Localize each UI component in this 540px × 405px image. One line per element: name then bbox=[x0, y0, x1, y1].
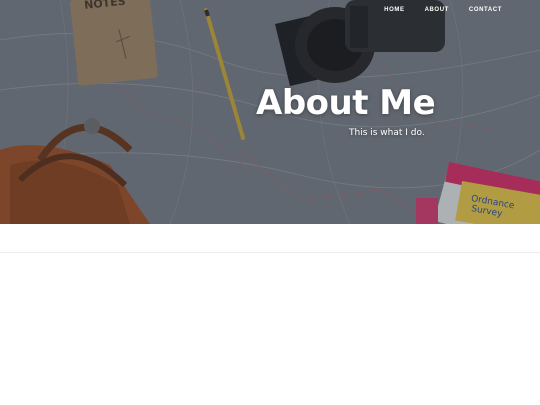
nav-link-contact[interactable]: CONTACT bbox=[469, 7, 502, 13]
content-divider bbox=[0, 252, 540, 253]
page-title: About Me bbox=[256, 83, 436, 123]
nav-link-about[interactable]: ABOUT bbox=[425, 7, 449, 13]
page-header: NOTES Ordnance Survey HOME ABOUT CONTACT… bbox=[0, 0, 540, 224]
main-navigation: HOME ABOUT CONTACT bbox=[384, 7, 502, 13]
page-subtitle: This is what I do. bbox=[349, 128, 425, 138]
nav-link-home[interactable]: HOME bbox=[384, 7, 404, 13]
